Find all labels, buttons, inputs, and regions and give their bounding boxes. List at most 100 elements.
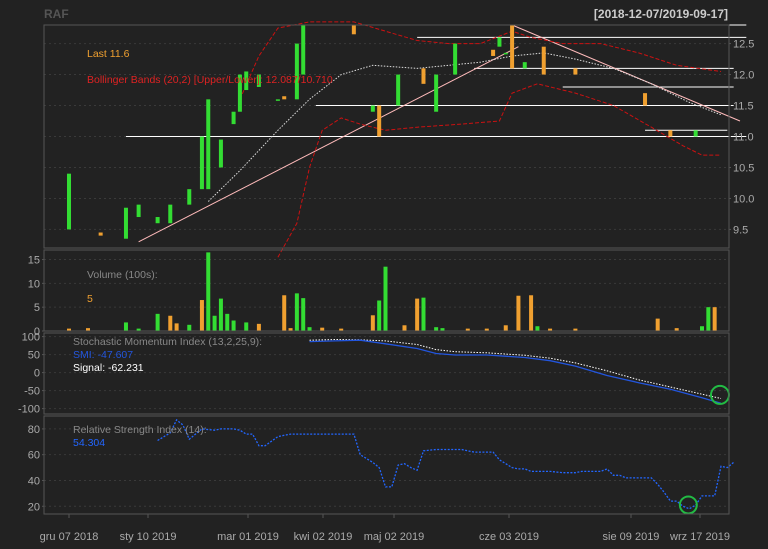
signal-value-label: Signal: -62.231 — [73, 362, 144, 374]
price-candle — [421, 68, 426, 84]
price-candle — [668, 130, 673, 137]
volume-bar — [434, 327, 439, 331]
volume-bar — [231, 320, 236, 331]
last-price-label: Last 11.6 — [87, 48, 130, 60]
x-tick-label: mar 01 2019 — [217, 531, 279, 543]
y-tick-label: 50 — [28, 350, 40, 362]
volume-bar — [529, 295, 534, 331]
price-candle — [282, 96, 287, 100]
x-tick-label: cze 03 2019 — [479, 531, 539, 543]
y-tick-label: 12.0 — [733, 70, 754, 82]
price-candle — [301, 25, 306, 75]
y-tick-label: 10.5 — [733, 162, 754, 174]
price-candle — [541, 46, 546, 75]
price-candle — [370, 105, 375, 112]
volume-bar — [244, 322, 249, 331]
volume-bar — [370, 315, 375, 331]
volume-bar — [712, 307, 717, 331]
x-tick-label: gru 07 2018 — [40, 531, 99, 543]
volume-bar — [320, 327, 325, 331]
price-candle — [510, 25, 515, 69]
price-candle — [491, 49, 496, 56]
volume-bar — [168, 315, 173, 331]
volume-bar — [301, 298, 306, 331]
price-candle — [67, 173, 71, 230]
price-candle — [168, 204, 173, 224]
price-candle — [123, 207, 128, 239]
y-tick-label: -50 — [24, 386, 40, 398]
volume-bar — [294, 293, 299, 331]
y-tick-label: 20 — [28, 501, 40, 513]
y-tick-label: 15 — [28, 255, 40, 267]
volume-bar — [174, 323, 179, 331]
price-candle — [453, 43, 458, 75]
volume-bar — [535, 326, 540, 331]
price-candle — [187, 189, 192, 205]
price-candle — [434, 74, 439, 112]
volume-bar — [415, 298, 420, 331]
volume-last-value: 5 — [87, 293, 93, 305]
y-tick-label: 12.5 — [733, 39, 754, 51]
smi-value-label: SMI: -47.607 — [73, 349, 133, 361]
volume-bar — [503, 325, 508, 331]
price-candle — [693, 130, 698, 137]
price-candle — [573, 68, 578, 75]
y-tick-label: 5 — [34, 302, 40, 314]
x-tick-label: wrz 17 2019 — [669, 531, 730, 543]
volume-bar — [700, 326, 704, 331]
price-candle — [497, 37, 502, 47]
y-tick-label: 0 — [34, 368, 40, 380]
volume-bar — [123, 322, 128, 331]
price-candle — [98, 232, 103, 236]
rsi-value-label: 54.304 — [73, 437, 105, 449]
y-tick-label: 10.0 — [733, 193, 754, 205]
price-candle — [199, 136, 204, 190]
y-tick-label: 40 — [28, 475, 40, 487]
price-candle — [377, 105, 382, 137]
volume-bar — [212, 315, 217, 331]
price-candle — [503, 52, 508, 55]
x-tick-label: sty 10 2019 — [120, 531, 177, 543]
price-candle — [294, 43, 299, 100]
volume-bar — [225, 313, 230, 331]
volume-bar — [199, 300, 204, 331]
price-candle — [396, 74, 401, 106]
price-candle — [351, 25, 356, 35]
date-range: [2018-12-07/2019-09-17] — [594, 7, 728, 21]
volume-bar — [402, 325, 407, 331]
price-candle — [136, 204, 141, 218]
y-tick-label: 100 — [22, 332, 40, 344]
price-candle — [218, 139, 223, 168]
y-tick-label: -100 — [18, 404, 40, 416]
volume-bar — [256, 323, 261, 331]
price-candle — [522, 62, 527, 69]
volume-bar — [655, 318, 660, 331]
volume-bar — [187, 324, 192, 331]
price-candle — [231, 111, 236, 125]
volume-label: Volume (100s): — [87, 269, 158, 281]
price-candle — [206, 99, 211, 190]
symbol-title: RAF — [44, 7, 69, 21]
x-tick-label: sie 09 2019 — [603, 531, 660, 543]
y-tick-label: 60 — [28, 450, 40, 462]
volume-bar — [516, 295, 521, 331]
price-candle — [643, 93, 648, 106]
x-tick-label: kwi 02 2019 — [294, 531, 353, 543]
bollinger-label: Bollinger Bands (20,2) [Upper/Lower]: 12… — [87, 74, 333, 86]
y-tick-label: 10 — [28, 278, 40, 290]
volume-bar — [155, 313, 160, 331]
volume-bar — [377, 300, 382, 331]
volume-bar — [383, 266, 388, 331]
price-candle — [275, 99, 280, 101]
y-tick-label: 11.5 — [733, 101, 754, 113]
rsi-label: Relative Strength Index (14): — [73, 424, 207, 436]
y-tick-label: 9.5 — [733, 224, 748, 236]
y-tick-label: 11.0 — [733, 132, 754, 144]
volume-bar — [218, 298, 223, 331]
volume-bar — [282, 295, 287, 331]
chart-canvas: RAF [2018-12-07/2019-09-17] 9.5 10.0 10.5 1… — [0, 0, 768, 549]
price-candle — [155, 217, 160, 224]
volume-bar — [307, 327, 312, 331]
x-tick-label: maj 02 2019 — [364, 531, 425, 543]
y-tick-label: 80 — [28, 424, 40, 436]
